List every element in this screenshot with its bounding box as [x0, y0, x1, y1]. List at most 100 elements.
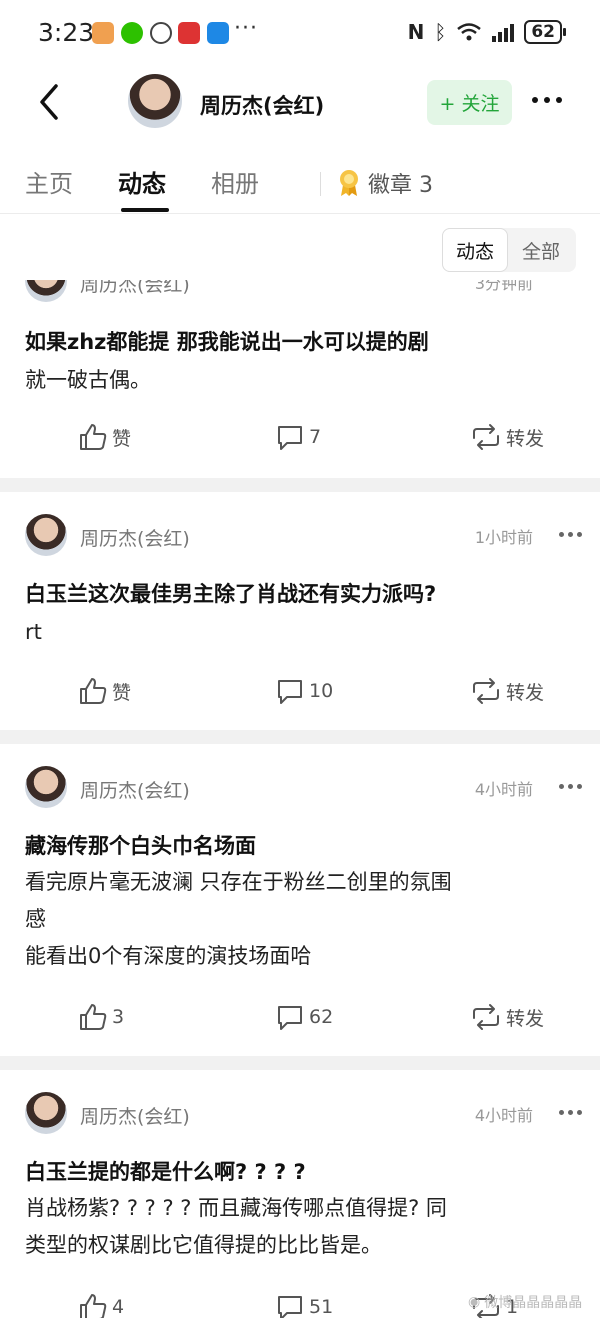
- post-time: 1小时前: [474, 528, 533, 547]
- post-time: 4小时前: [474, 780, 533, 799]
- signal-icon: [492, 22, 515, 42]
- comment-count: 62: [309, 1006, 334, 1028]
- post-body: 看完原片毫无波澜 只存在于粉丝二创里的氛围 感 能看出0个有深度的演技场面哈: [25, 864, 575, 975]
- post-body: 就一破古偶。: [25, 368, 151, 392]
- comment-button[interactable]: 7: [275, 422, 321, 452]
- back-button[interactable]: [30, 82, 70, 122]
- battery-icon: 62: [524, 20, 566, 44]
- comment-button[interactable]: 62: [275, 1002, 333, 1032]
- post-header: 周历杰(会红) 1小时前: [25, 514, 585, 556]
- repost-icon: [473, 424, 499, 450]
- comment-button[interactable]: 10: [275, 676, 333, 706]
- post-header: 周历杰(会红) 4小时前: [25, 766, 585, 808]
- tab-dynamics[interactable]: 动态: [118, 164, 166, 199]
- tab-home[interactable]: 主页: [25, 164, 73, 199]
- badge-medal-icon[interactable]: [338, 169, 360, 197]
- tab-badges-label: 徽章: [368, 173, 413, 198]
- post-header: 周历杰(会红) 4小时前: [25, 1092, 585, 1134]
- post-more-button[interactable]: [559, 532, 585, 538]
- divider: [0, 1056, 600, 1070]
- watermark: ◉ 微博晶晶晶晶晶: [468, 1292, 582, 1312]
- post-card[interactable]: 周历杰(会红) 1小时前 白玉兰这次最佳男主除了肖战还有实力派吗? rt 赞 1…: [0, 492, 600, 730]
- comment-icon: [278, 680, 302, 704]
- post-body-line: 类型的权谋剧比它值得提的比比皆是。: [25, 1233, 382, 1257]
- app-notification-icon: [207, 22, 229, 44]
- profile-header: 周历杰(会红) + 关注: [0, 70, 600, 140]
- post-title: 如果zhz都能提 那我能说出一水可以提的剧: [25, 330, 429, 354]
- app-notification-icon: [178, 22, 200, 44]
- wifi-icon: [457, 23, 482, 41]
- like-label: 赞: [112, 427, 132, 450]
- post-body: rt: [25, 620, 42, 644]
- post-author[interactable]: 周历杰(会红): [80, 776, 190, 803]
- post-title: 白玉兰这次最佳男主除了肖战还有实力派吗?: [25, 582, 437, 606]
- status-time: 3:23: [38, 18, 95, 47]
- avatar[interactable]: [25, 280, 67, 302]
- post-body-line: 感: [25, 907, 46, 931]
- repost-button[interactable]: 转发: [470, 1002, 544, 1032]
- divider: [0, 730, 600, 744]
- comment-icon: [278, 1006, 302, 1030]
- app-notification-icon: [150, 22, 172, 44]
- repost-label: 转发: [506, 427, 545, 450]
- tab-album[interactable]: 相册: [211, 164, 259, 199]
- post-time: 3分钟前: [474, 280, 533, 293]
- post-card[interactable]: 周历杰(会红) 4小时前 藏海传那个白头巾名场面 看完原片毫无波澜 只存在于粉丝…: [0, 744, 600, 1056]
- badge-count: 3: [419, 173, 434, 198]
- status-indicators: N ᛒ 62: [407, 20, 566, 44]
- post-author[interactable]: 周历杰(会红): [80, 280, 190, 297]
- like-button[interactable]: 3: [78, 1002, 124, 1032]
- post-body-line: 肖战杨紫? ? ? ? ? 而且藏海传哪点值得提? 同: [25, 1196, 447, 1220]
- post-actions: 赞 10 转发: [0, 672, 600, 712]
- post-header: 周历杰(会红) 3分钟前: [25, 280, 585, 302]
- feed-filter: 动态 全部: [442, 228, 576, 272]
- post-time: 4小时前: [474, 1106, 533, 1125]
- comment-count: 51: [309, 1296, 334, 1318]
- repost-label: 转发: [506, 681, 545, 704]
- divider: [0, 478, 600, 492]
- tab-active-indicator: [121, 208, 169, 212]
- repost-icon: [473, 1004, 499, 1030]
- like-button[interactable]: 4: [78, 1292, 124, 1318]
- like-label: 赞: [112, 681, 132, 704]
- post-author[interactable]: 周历杰(会红): [80, 1102, 190, 1129]
- weibo-logo-icon: ◉: [468, 1294, 481, 1310]
- follow-button[interactable]: + 关注: [427, 80, 512, 125]
- filter-all[interactable]: 全部: [508, 228, 574, 272]
- post-card[interactable]: 周历杰(会红) 4小时前 白玉兰提的都是什么啊? ? ? ? 肖战杨紫? ? ?…: [0, 1070, 600, 1318]
- like-button[interactable]: 赞: [78, 422, 131, 452]
- thumbs-up-icon: [80, 678, 107, 704]
- avatar[interactable]: [128, 74, 182, 128]
- thumbs-up-icon: [80, 1004, 107, 1030]
- post-author[interactable]: 周历杰(会红): [80, 524, 190, 551]
- comment-count: 10: [309, 680, 334, 702]
- post-more-button[interactable]: [559, 1110, 585, 1116]
- like-button[interactable]: 赞: [78, 676, 131, 706]
- repost-icon: [473, 678, 499, 704]
- repost-label: 转发: [506, 1007, 545, 1030]
- comment-button[interactable]: 51: [275, 1292, 333, 1318]
- bluetooth-icon: ᛒ: [434, 20, 447, 44]
- app-notification-icon: [92, 22, 114, 44]
- repost-button[interactable]: 转发: [470, 422, 544, 452]
- comment-icon: [278, 1296, 302, 1318]
- like-count: 4: [112, 1296, 125, 1318]
- more-options-button[interactable]: [532, 88, 572, 112]
- thumbs-up-icon: [80, 1294, 107, 1318]
- repost-button[interactable]: 转发: [470, 676, 544, 706]
- comment-icon: [278, 426, 302, 450]
- post-body: 肖战杨紫? ? ? ? ? 而且藏海传哪点值得提? 同 类型的权谋剧比它值得提的…: [25, 1190, 575, 1264]
- post-more-button[interactable]: [559, 784, 585, 790]
- nfc-icon: N: [407, 20, 425, 44]
- avatar[interactable]: [25, 1092, 67, 1134]
- status-more-icon: ···: [234, 16, 258, 41]
- like-count: 3: [112, 1006, 125, 1028]
- post-actions: 3 62 转发: [0, 998, 600, 1038]
- tab-badges[interactable]: 徽章 3: [368, 167, 433, 199]
- avatar[interactable]: [25, 514, 67, 556]
- comment-count: 7: [309, 426, 322, 448]
- post-card[interactable]: 周历杰(会红) 3分钟前 如果zhz都能提 那我能说出一水可以提的剧 就一破古偶…: [0, 280, 600, 478]
- avatar[interactable]: [25, 766, 67, 808]
- filter-dynamics[interactable]: 动态: [442, 228, 508, 272]
- post-body-line: 能看出0个有深度的演技场面哈: [25, 944, 312, 968]
